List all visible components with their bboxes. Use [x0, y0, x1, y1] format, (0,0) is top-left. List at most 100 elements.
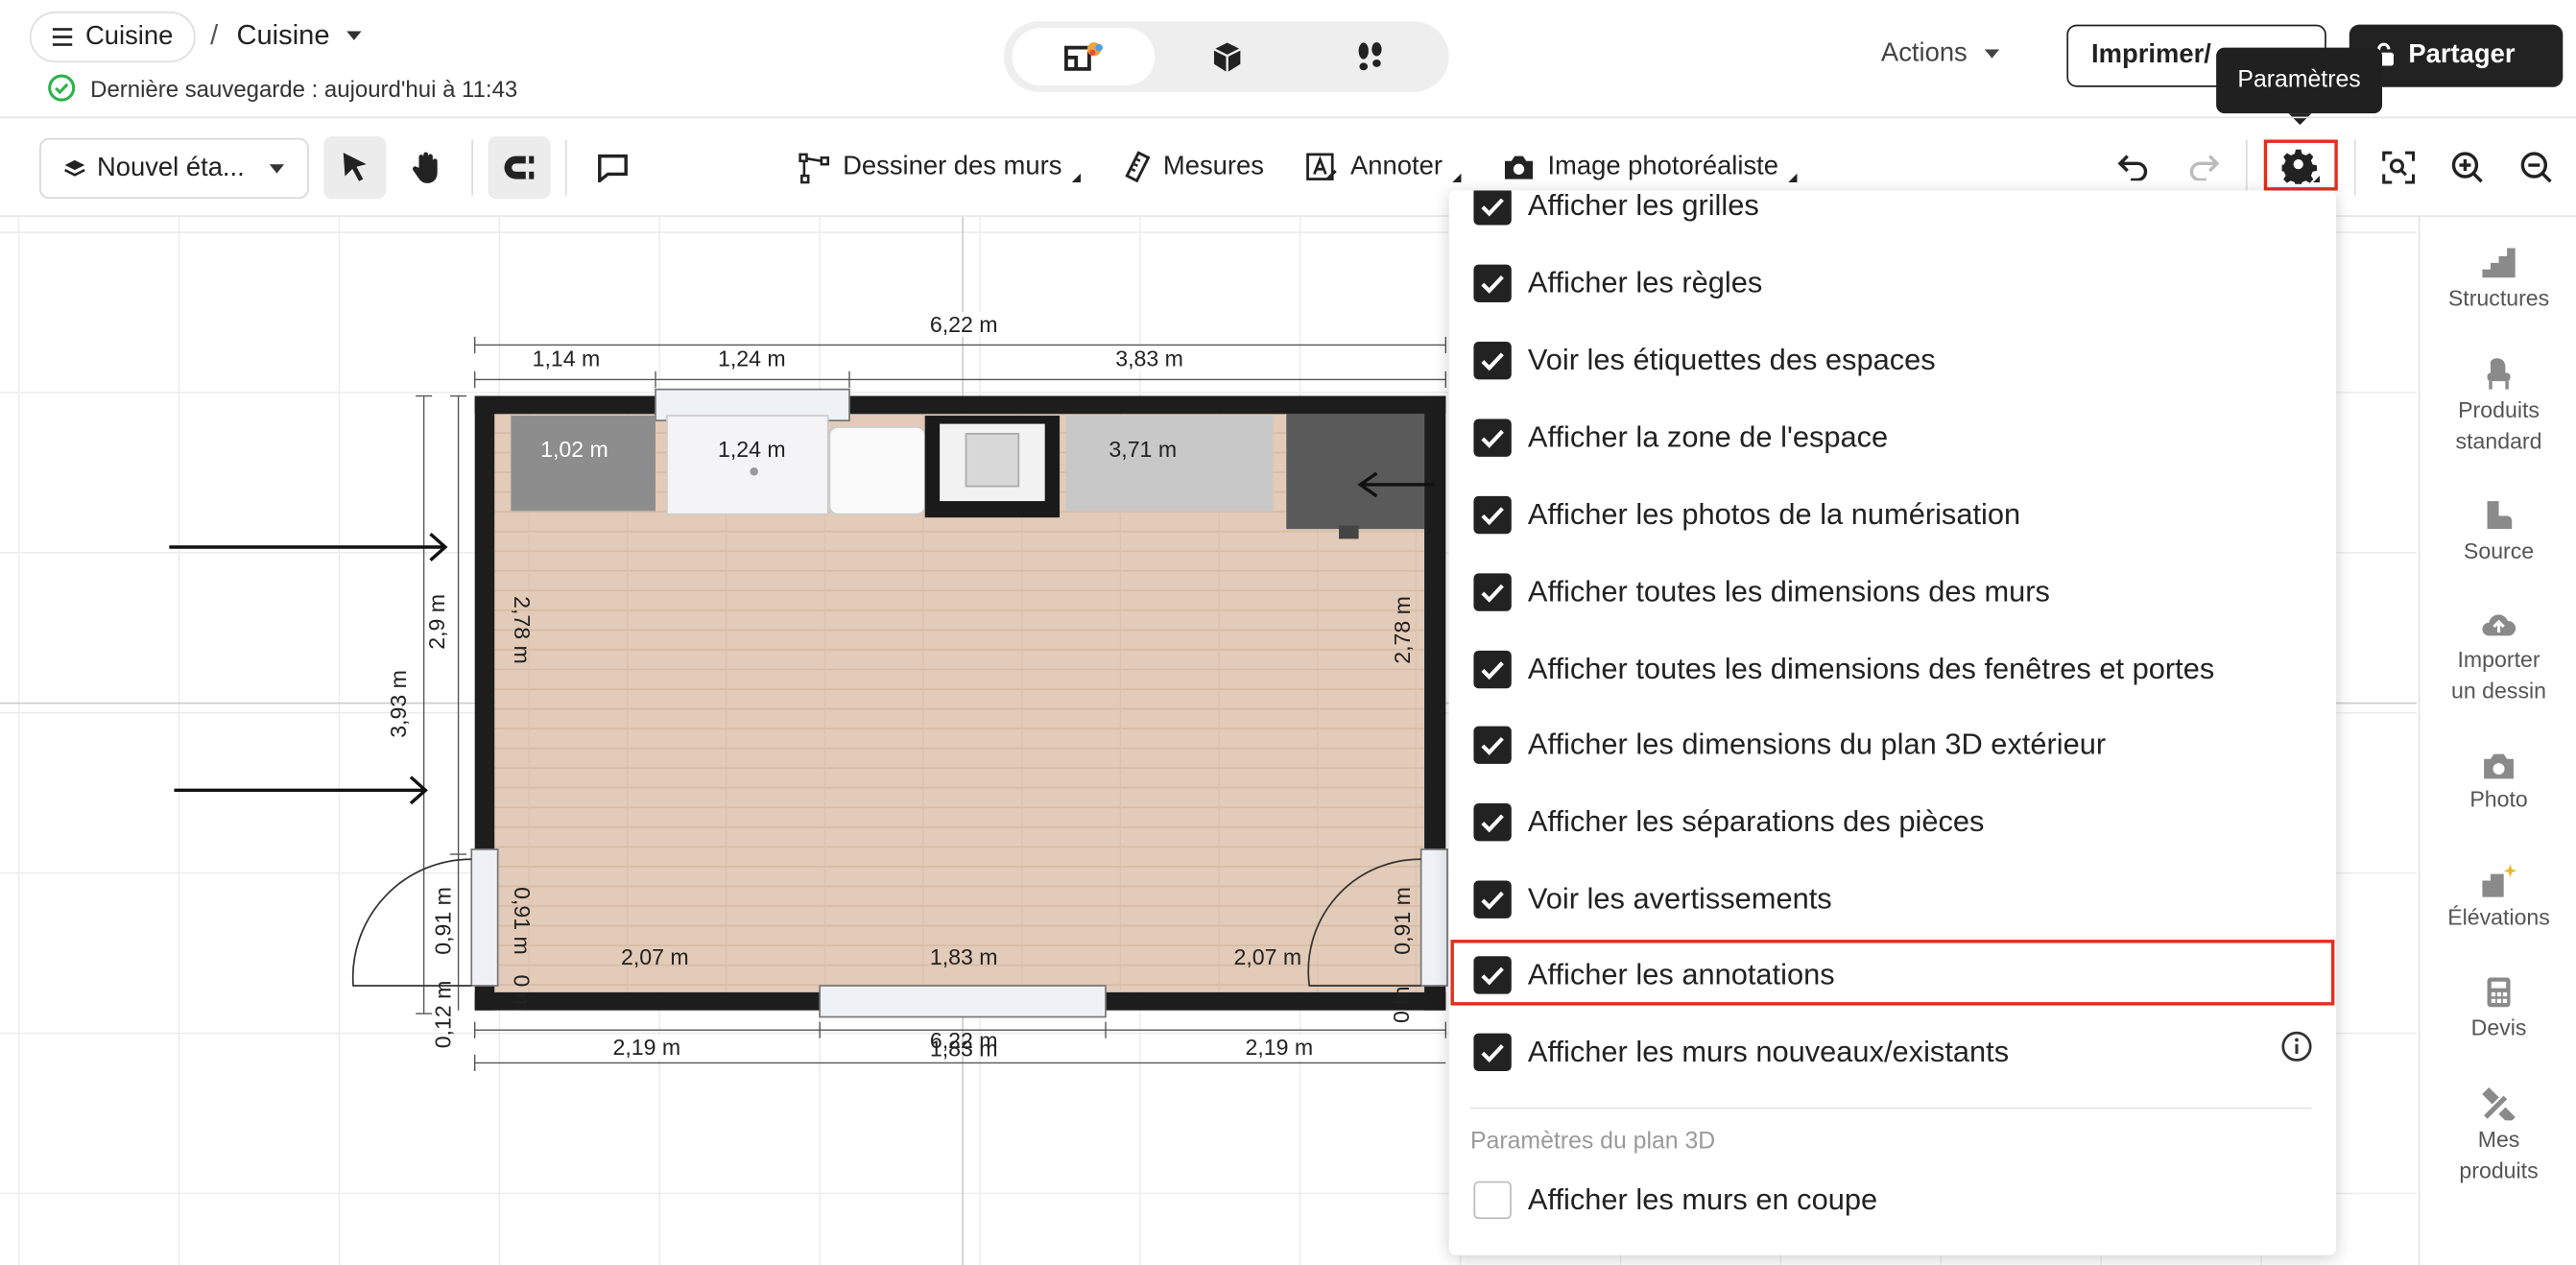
settings-option-label: Afficher toutes les dimensions des murs	[1527, 575, 2050, 609]
checkbox-checked[interactable]	[1473, 726, 1512, 764]
checkmark-icon	[1481, 429, 1504, 447]
draw-walls-button[interactable]: Dessiner des murs ◢	[799, 151, 1081, 184]
fit-view-button[interactable]	[2379, 148, 2419, 187]
dim-label: 2,19 m	[1245, 1035, 1314, 1061]
sidebar-item-label: Élévations	[2447, 905, 2550, 930]
sidebar-item-source[interactable]: Source	[2420, 499, 2576, 567]
sidebar-item-my-products[interactable]: Mes produits	[2420, 1087, 2576, 1186]
checkmark-icon	[1481, 891, 1504, 909]
zoom-in-button[interactable]	[2447, 148, 2487, 187]
caret-down-icon	[1985, 49, 2000, 59]
settings-option-label: Afficher les grilles	[1527, 190, 1759, 223]
view-2d-button[interactable]	[1012, 28, 1156, 86]
checkbox-checked[interactable]	[1473, 803, 1512, 842]
camera-icon	[1504, 155, 1534, 179]
select-tool-button[interactable]	[323, 136, 387, 200]
checkbox-checked[interactable]	[1473, 880, 1512, 919]
settings-option[interactable]: Afficher les murs en coupe	[1473, 1181, 1878, 1220]
floor-selector[interactable]: Nouvel éta...	[39, 137, 309, 200]
door-right[interactable]	[1419, 848, 1448, 987]
check-circle-icon	[48, 74, 76, 102]
measures-button[interactable]: Mesures	[1124, 151, 1264, 182]
comment-tool-button[interactable]	[582, 136, 644, 199]
settings-option[interactable]: Voir les avertissements	[1473, 880, 1832, 919]
settings-option-annotations[interactable]: Afficher les annotations	[1473, 956, 1835, 994]
hand-icon	[413, 152, 438, 183]
checkbox-checked[interactable]	[1473, 418, 1512, 457]
dim-label: 1,24 m	[718, 346, 786, 371]
settings-option[interactable]: Voir les étiquettes des espaces	[1473, 342, 1936, 380]
dim-label: 0 m	[1389, 986, 1415, 1023]
checkbox-checked[interactable]	[1473, 650, 1512, 689]
toolbar-divider	[2353, 139, 2356, 196]
view-3d-button[interactable]	[1155, 28, 1298, 85]
window-bottom[interactable]	[819, 985, 1107, 1018]
menu-button[interactable]: Cuisine	[29, 11, 197, 63]
dim-label: 2,9 m	[424, 593, 449, 650]
dim-label: 6,22 m	[928, 312, 1000, 337]
stairs-icon	[2482, 248, 2516, 278]
sidebar-item-photo[interactable]: Photo	[2420, 752, 2576, 816]
pan-tool-button[interactable]	[394, 136, 457, 199]
checkbox-checked[interactable]	[1473, 190, 1512, 226]
checkbox-checked[interactable]	[1473, 573, 1512, 611]
countertop-marble[interactable]	[1065, 416, 1274, 512]
sidebar-item-import[interactable]: Importer un dessin	[2420, 611, 2576, 706]
settings-option-label: Afficher la zone de l'espace	[1527, 420, 1889, 454]
draw-walls-icon	[799, 152, 829, 183]
settings-option[interactable]: Afficher les règles	[1473, 264, 1762, 302]
checkmark-icon	[1481, 660, 1504, 680]
checkbox-checked[interactable]	[1473, 956, 1512, 994]
info-icon[interactable]	[2280, 1030, 2313, 1062]
boot-icon	[2487, 501, 2513, 530]
project-name: Cuisine	[236, 19, 330, 52]
settings-option[interactable]: Afficher la zone de l'espace	[1473, 418, 1889, 457]
sink-unit[interactable]	[666, 415, 829, 515]
zoom-out-button[interactable]	[2516, 148, 2556, 187]
menu-label: Cuisine	[85, 22, 174, 51]
magnet-tool-button[interactable]	[488, 136, 551, 200]
settings-option[interactable]: Afficher toutes les dimensions des murs	[1473, 573, 2050, 611]
annotate-label: Annoter	[1350, 153, 1443, 181]
dim-label: 1,02 m	[540, 437, 608, 462]
checkbox-checked[interactable]	[1473, 264, 1512, 302]
checkbox-checked[interactable]	[1473, 342, 1512, 380]
checkmark-icon	[1481, 583, 1504, 602]
sidebar-item-label: Devis	[2470, 1014, 2527, 1040]
dim-label: 0 m	[509, 974, 534, 1012]
submenu-indicator: ◢	[1788, 172, 1798, 184]
checkbox-checked[interactable]	[1473, 495, 1512, 535]
settings-option[interactable]: Afficher les séparations des pièces	[1473, 803, 1984, 842]
fridge[interactable]	[1286, 414, 1425, 530]
view-walk-button[interactable]	[1298, 28, 1441, 85]
settings-option[interactable]: Afficher les photos de la numérisation	[1473, 495, 2020, 535]
checkbox-unchecked[interactable]	[1473, 1181, 1512, 1220]
door-left[interactable]	[470, 848, 499, 987]
sidebar-item-elevations[interactable]: Élévations	[2420, 863, 2576, 934]
settings-option[interactable]: Afficher les murs nouveaux/existants	[1473, 1033, 2009, 1072]
print-label: Imprimer/	[2091, 40, 2211, 69]
sidebar-item-products[interactable]: Produits standard	[2420, 358, 2576, 457]
checkmark-icon	[1481, 274, 1504, 294]
sidebar-item-quote[interactable]: Devis	[2420, 976, 2576, 1044]
undo-button[interactable]	[2112, 148, 2152, 187]
settings-button[interactable]	[2263, 139, 2338, 191]
settings-option[interactable]: Afficher les dimensions du plan 3D extér…	[1473, 726, 2106, 764]
dim-label: 0,91 m	[1390, 887, 1416, 955]
settings-option[interactable]: Afficher les grilles	[1473, 190, 1759, 226]
project-name-dropdown[interactable]: Cuisine	[236, 19, 362, 53]
settings-option[interactable]: Afficher toutes les dimensions des fenêt…	[1473, 650, 2214, 689]
checkbox-checked[interactable]	[1473, 1033, 1512, 1072]
dim-label: 1,83 m	[929, 1037, 998, 1062]
settings-option-label: Afficher les murs en coupe	[1527, 1182, 1878, 1216]
cabinet-gray[interactable]	[511, 416, 656, 512]
annotate-button[interactable]: Annoter ◢	[1306, 151, 1461, 184]
actions-menu[interactable]: Actions	[1881, 39, 2000, 69]
footsteps-icon	[1357, 41, 1381, 70]
dishwasher[interactable]	[828, 426, 926, 515]
redo-button[interactable]	[2183, 148, 2223, 187]
hamburger-icon	[52, 28, 73, 46]
photo-render-button[interactable]: Image photoréaliste ◢	[1503, 151, 1798, 184]
sidebar-item-structures[interactable]: Structures	[2420, 247, 2576, 315]
cursor-arrow-icon	[343, 153, 367, 181]
